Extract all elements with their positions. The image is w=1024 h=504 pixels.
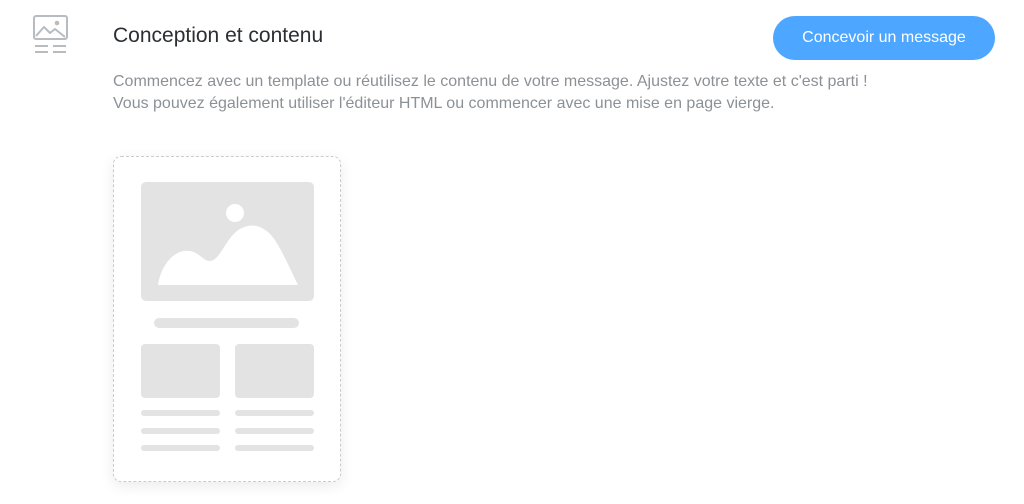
text-line-placeholder <box>141 410 220 416</box>
text-line-placeholder <box>235 410 314 416</box>
description-line-1: Commencez avec un template ou réutilisez… <box>113 73 868 90</box>
text-line-placeholder <box>141 445 220 451</box>
design-message-button[interactable]: Concevoir un message <box>773 16 995 60</box>
description-line-2: Vous pouvez également utiliser l'éditeur… <box>113 95 775 112</box>
section-title: Conception et contenu <box>113 24 324 47</box>
sun-shape <box>226 204 244 222</box>
title-line-placeholder <box>154 318 299 328</box>
left-block-placeholder <box>141 344 220 398</box>
email-template-placeholder-icon <box>141 182 314 451</box>
image-layout-icon <box>32 14 70 56</box>
text-line-placeholder <box>235 445 314 451</box>
text-line-placeholder <box>235 428 314 434</box>
email-template-card[interactable] <box>113 156 341 482</box>
section-description: Commencez avec un template ou réutilisez… <box>113 71 993 115</box>
right-block-placeholder <box>235 344 314 398</box>
text-line-placeholder <box>141 428 220 434</box>
